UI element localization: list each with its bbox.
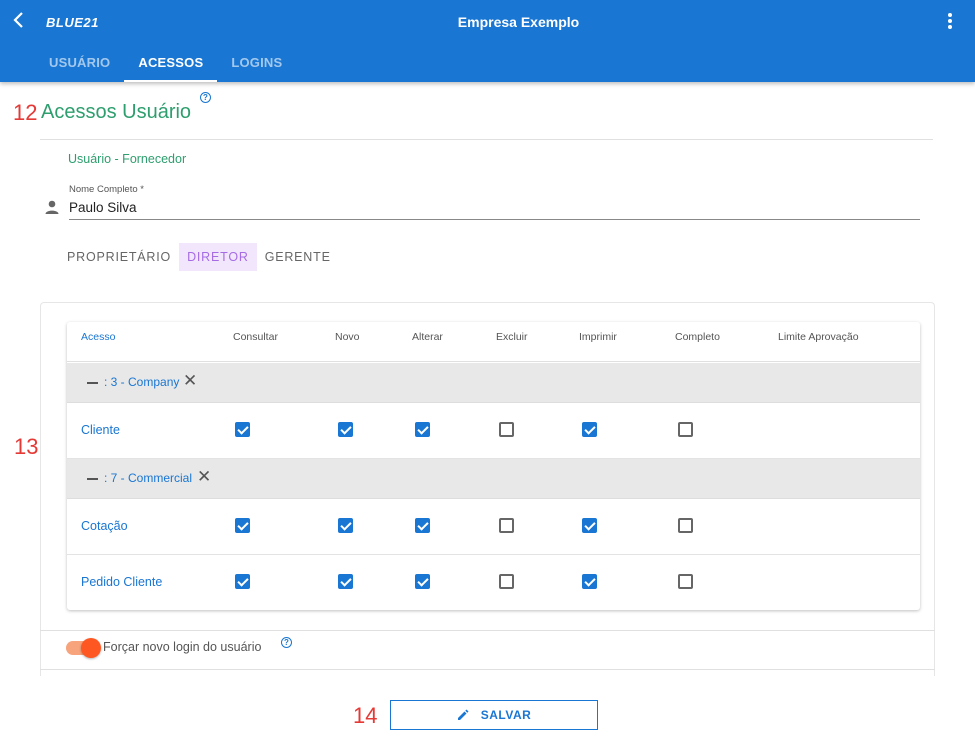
group-row-commercial[interactable]: : 7 - Commercial ✕ bbox=[67, 459, 920, 499]
role-diretor[interactable]: DIRETOR bbox=[179, 243, 257, 271]
checkbox-imprimir[interactable] bbox=[582, 422, 597, 437]
edit-pencil-icon bbox=[457, 709, 469, 720]
checkbox-consultar[interactable] bbox=[235, 422, 250, 437]
tab-logins[interactable]: LOGINS bbox=[217, 44, 296, 82]
group-label: : 3 - Company bbox=[104, 375, 180, 389]
col-alterar: Alterar bbox=[412, 331, 443, 343]
force-login-label: Forçar novo login do usuário bbox=[103, 640, 262, 654]
col-novo: Novo bbox=[335, 331, 360, 343]
col-limite-aprovacao: Limite Aprovação bbox=[778, 331, 859, 343]
step-marker-12: 12 bbox=[13, 100, 38, 125]
access-table: Acesso Consultar Novo Alterar Excluir Im… bbox=[67, 322, 920, 610]
col-completo: Completo bbox=[675, 331, 720, 343]
tab-bar: USUÁRIO ACESSOS LOGINS bbox=[35, 44, 296, 82]
tab-usuario[interactable]: USUÁRIO bbox=[35, 44, 124, 82]
table-row: Cliente bbox=[67, 403, 920, 459]
collapse-icon[interactable] bbox=[87, 382, 98, 384]
row-label: Pedido Cliente bbox=[81, 575, 163, 589]
checkbox-excluir[interactable] bbox=[499, 574, 514, 589]
help-icon[interactable]: ? bbox=[281, 637, 292, 648]
checkbox-completo[interactable] bbox=[678, 518, 693, 533]
checkbox-novo[interactable] bbox=[338, 574, 353, 589]
help-icon[interactable]: ? bbox=[200, 92, 211, 103]
remove-group-icon[interactable]: ✕ bbox=[197, 468, 211, 486]
section-title: Acessos Usuário bbox=[41, 101, 192, 123]
divider bbox=[40, 669, 935, 670]
save-button-label: SALVAR bbox=[480, 708, 532, 722]
checkbox-excluir[interactable] bbox=[499, 422, 514, 437]
role-selector: PROPRIETÁRIO DIRETOR GERENTE bbox=[59, 243, 339, 271]
save-button[interactable]: SALVAR bbox=[390, 700, 598, 730]
table-row: Pedido Cliente bbox=[67, 555, 920, 611]
checkbox-novo[interactable] bbox=[338, 518, 353, 533]
checkbox-completo[interactable] bbox=[678, 422, 693, 437]
checkbox-novo[interactable] bbox=[338, 422, 353, 437]
full-name-underline bbox=[69, 219, 920, 220]
app-title: Empresa Exemplo bbox=[457, 14, 580, 30]
back-arrow-icon[interactable] bbox=[12, 10, 32, 34]
col-consultar: Consultar bbox=[233, 331, 278, 343]
role-proprietario[interactable]: PROPRIETÁRIO bbox=[59, 243, 179, 271]
group-label: : 7 - Commercial bbox=[104, 471, 193, 485]
checkbox-consultar[interactable] bbox=[235, 574, 250, 589]
full-name-field[interactable]: Paulo Silva bbox=[69, 200, 137, 215]
full-name-label: Nome Completo * bbox=[69, 184, 144, 195]
checkbox-imprimir[interactable] bbox=[582, 518, 597, 533]
person-icon bbox=[45, 200, 59, 214]
role-gerente[interactable]: GERENTE bbox=[257, 243, 339, 271]
col-imprimir: Imprimir bbox=[579, 331, 617, 343]
checkbox-alterar[interactable] bbox=[415, 574, 430, 589]
more-vert-icon[interactable] bbox=[943, 11, 957, 33]
user-type-subtitle: Usuário - Fornecedor bbox=[68, 152, 187, 166]
table-header: Acesso Consultar Novo Alterar Excluir Im… bbox=[67, 322, 920, 362]
col-acesso: Acesso bbox=[81, 331, 116, 343]
table-row: Cotação bbox=[67, 499, 920, 555]
col-excluir: Excluir bbox=[496, 331, 528, 343]
divider bbox=[40, 630, 935, 631]
step-marker-13: 13 bbox=[14, 434, 39, 459]
force-login-toggle[interactable] bbox=[66, 638, 101, 658]
checkbox-excluir[interactable] bbox=[499, 518, 514, 533]
toggle-knob bbox=[81, 638, 101, 658]
row-label: Cotação bbox=[81, 519, 128, 533]
collapse-icon[interactable] bbox=[87, 478, 98, 480]
divider bbox=[40, 139, 933, 140]
remove-group-icon[interactable]: ✕ bbox=[183, 372, 197, 390]
group-row-company[interactable]: : 3 - Company ✕ bbox=[67, 363, 920, 403]
app-bar: BLUE21 Empresa Exemplo USUÁRIO ACESSOS L… bbox=[0, 0, 975, 82]
checkbox-consultar[interactable] bbox=[235, 518, 250, 533]
checkbox-imprimir[interactable] bbox=[582, 574, 597, 589]
brand-logo: BLUE21 bbox=[46, 15, 99, 30]
checkbox-completo[interactable] bbox=[678, 574, 693, 589]
checkbox-alterar[interactable] bbox=[415, 518, 430, 533]
row-label: Cliente bbox=[81, 423, 120, 437]
step-marker-14: 14 bbox=[353, 703, 378, 728]
checkbox-alterar[interactable] bbox=[415, 422, 430, 437]
tab-acessos[interactable]: ACESSOS bbox=[124, 44, 218, 82]
